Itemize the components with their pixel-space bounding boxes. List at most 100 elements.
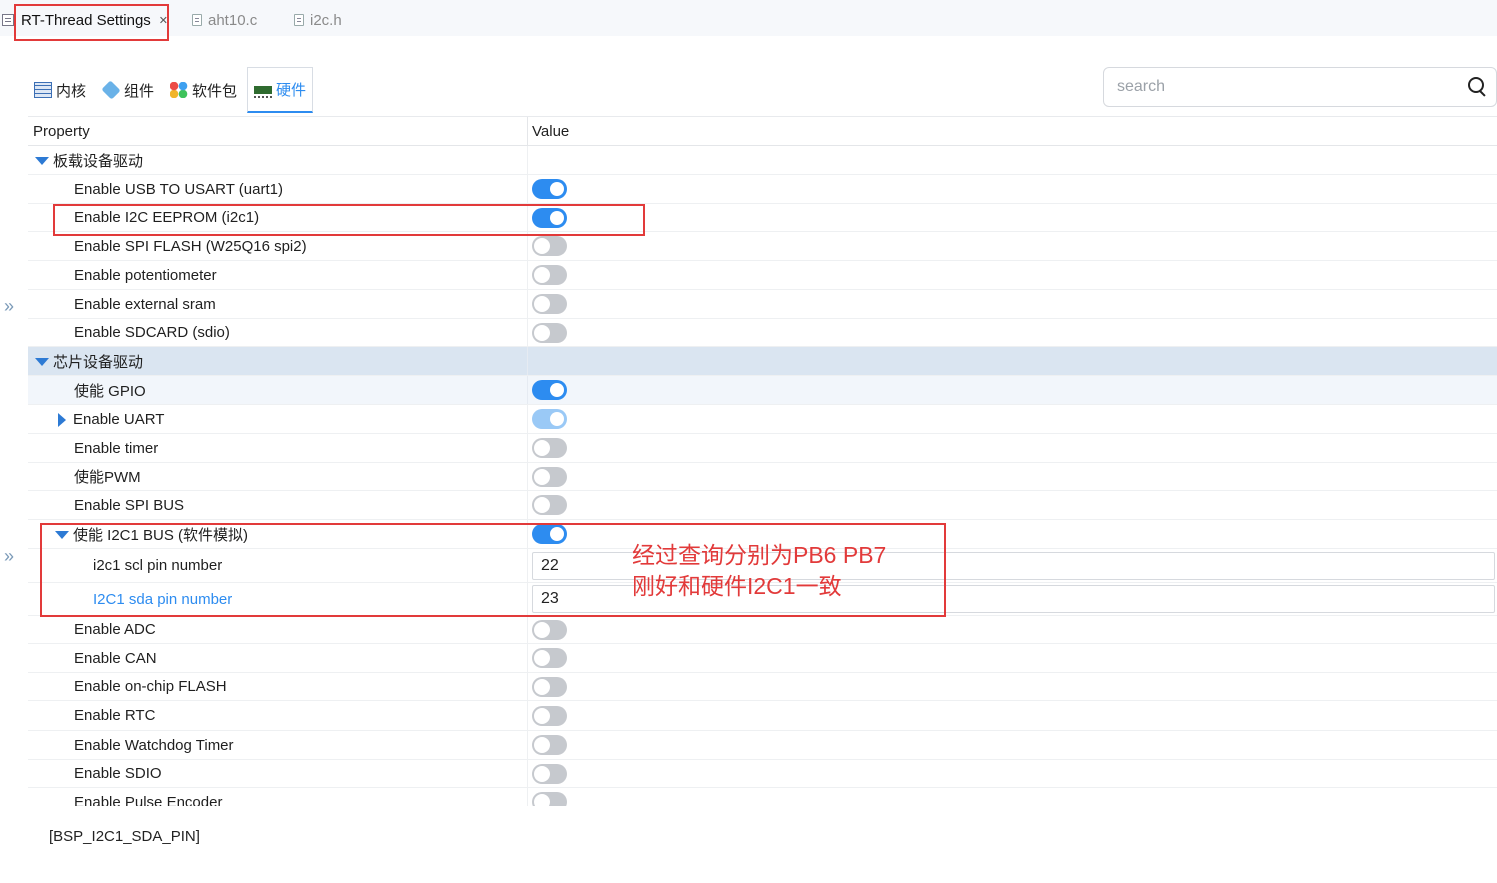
table-row[interactable]: Enable UART <box>28 405 1497 434</box>
toggle-switch[interactable] <box>532 648 567 668</box>
property-label: i2c1 scl pin number <box>93 557 223 574</box>
property-label: Enable CAN <box>74 649 157 667</box>
toggle-switch[interactable] <box>532 236 567 256</box>
property-label: 使能PWM <box>74 469 141 486</box>
table-row[interactable]: Enable ADC <box>28 616 1497 644</box>
table-row[interactable]: Enable SPI FLASH (W25Q16 spi2) <box>28 232 1497 261</box>
table-row[interactable]: Enable CAN <box>28 644 1497 673</box>
tab-packages[interactable]: 软件包 <box>164 67 243 113</box>
property-label: Enable I2C EEPROM (i2c1) <box>74 209 260 226</box>
editor-tab-rt-thread-settings[interactable]: RT-Thread Settings ✕ <box>2 6 168 34</box>
table-row[interactable]: Enable Watchdog Timer <box>28 731 1497 760</box>
property-label: Enable timer <box>74 439 159 457</box>
editor-tab-label: aht10.c <box>208 11 258 29</box>
annotation-line-1: 经过查询分别为PB6 PB7 <box>632 542 887 568</box>
toggle-switch[interactable] <box>532 265 567 285</box>
table-row[interactable]: Enable timer <box>28 434 1497 463</box>
annotation-note: 经过查询分别为PB6 PB7 刚好和硬件I2C1一致 <box>632 540 886 602</box>
package-icon <box>170 82 189 98</box>
toggle-switch[interactable] <box>532 466 567 487</box>
expand-panel-icon[interactable]: » <box>4 546 14 567</box>
toggle-switch[interactable] <box>532 705 567 726</box>
property-label: Enable ADC <box>74 621 156 638</box>
toggle-switch[interactable] <box>532 763 567 784</box>
table-row[interactable]: Enable Pulse Encoder <box>28 788 1497 806</box>
collapse-arrow-icon[interactable] <box>34 154 49 166</box>
hardware-icon <box>254 81 273 98</box>
table-row[interactable]: Enable USB TO USART (uart1) <box>28 175 1497 204</box>
table-row[interactable]: Enable RTC <box>28 701 1497 731</box>
property-label: Enable SPI FLASH (W25Q16 spi2) <box>74 237 307 255</box>
table-row[interactable]: Enable on-chip FLASH <box>28 673 1497 701</box>
macro-name-label: [BSP_I2C1_SDA_PIN] <box>49 828 200 845</box>
property-label: Enable SDCARD (sdio) <box>74 324 230 341</box>
property-label: Enable Pulse Encoder <box>74 793 223 807</box>
table-header: Property Value <box>28 117 1497 146</box>
property-label: Enable on-chip FLASH <box>74 678 227 695</box>
column-header-property[interactable]: Property <box>28 117 528 145</box>
group-label: 板载设备驱动 <box>53 152 144 170</box>
property-label: Enable potentiometer <box>74 266 217 284</box>
toggle-switch[interactable] <box>532 495 567 515</box>
table-row[interactable]: Enable SDIO <box>28 760 1497 788</box>
group-label: 芯片设备驱动 <box>53 353 144 371</box>
column-header-value[interactable]: Value <box>528 117 1497 145</box>
group-row-chip-drivers[interactable]: 芯片设备驱动 <box>28 347 1497 376</box>
property-label: Enable USB TO USART (uart1) <box>74 180 283 198</box>
expand-arrow-icon[interactable] <box>54 413 68 427</box>
table-row[interactable]: Enable potentiometer <box>28 261 1497 290</box>
tab-kernel[interactable]: 内核 <box>28 67 92 113</box>
kernel-icon <box>34 82 52 98</box>
toggle-switch[interactable] <box>532 438 567 458</box>
toggle-switch[interactable] <box>532 792 567 806</box>
editor-tab-aht10-c[interactable]: aht10.c <box>192 6 257 34</box>
editor-tab-label: i2c.h <box>310 11 342 29</box>
editor-tab-i2c-h[interactable]: i2c.h <box>294 6 342 34</box>
property-label: Enable SDIO <box>74 765 162 782</box>
h-file-icon <box>294 14 304 26</box>
toggle-switch[interactable] <box>532 380 567 400</box>
table-row[interactable]: 使能PWM <box>28 463 1497 491</box>
component-icon <box>101 80 121 100</box>
toggle-switch[interactable] <box>532 524 567 544</box>
expand-panel-icon[interactable]: » <box>4 296 14 317</box>
search-input[interactable] <box>1104 68 1462 106</box>
toggle-switch[interactable] <box>532 294 567 314</box>
property-label: Enable Watchdog Timer <box>74 736 234 754</box>
toggle-switch[interactable] <box>532 409 567 429</box>
tab-label: 软件包 <box>192 82 238 100</box>
property-label: Enable external sram <box>74 295 216 313</box>
tab-label: 组件 <box>124 82 155 100</box>
property-table: Property Value 板载设备驱动 Enable USB TO USAR… <box>28 116 1497 806</box>
property-label: Enable UART <box>73 410 165 428</box>
c-file-icon <box>192 14 202 26</box>
property-label: Enable SPI BUS <box>74 496 185 514</box>
collapse-arrow-icon[interactable] <box>34 355 49 367</box>
table-row[interactable]: Enable external sram <box>28 290 1497 319</box>
tab-components[interactable]: 组件 <box>96 67 160 113</box>
table-row[interactable]: Enable SPI BUS <box>28 491 1497 520</box>
toggle-switch[interactable] <box>532 207 567 228</box>
close-icon[interactable]: ✕ <box>159 14 168 27</box>
tab-label: 硬件 <box>276 82 307 99</box>
settings-icon <box>2 14 14 26</box>
property-label: 使能 GPIO <box>74 382 146 400</box>
table-row[interactable]: 使能 GPIO <box>28 376 1497 405</box>
tab-hardware[interactable]: 硬件 <box>247 67 314 113</box>
search-box <box>1103 67 1497 107</box>
editor-tab-label: RT-Thread Settings <box>21 11 151 29</box>
collapse-arrow-icon[interactable] <box>54 528 69 540</box>
toggle-switch[interactable] <box>532 619 567 640</box>
toggle-switch[interactable] <box>532 179 567 199</box>
search-icon[interactable] <box>1462 72 1492 102</box>
category-tabs: 内核 组件 软件包 硬件 <box>28 66 317 114</box>
toggle-switch[interactable] <box>532 322 567 343</box>
editor-tab-bar: RT-Thread Settings ✕ aht10.c i2c.h <box>0 0 1497 36</box>
table-row[interactable]: Enable SDCARD (sdio) <box>28 319 1497 347</box>
toggle-switch[interactable] <box>532 676 567 697</box>
group-row-onboard-drivers[interactable]: 板载设备驱动 <box>28 146 1497 175</box>
toggle-switch[interactable] <box>532 735 567 755</box>
property-label: 使能 I2C1 BUS (软件模拟) <box>73 526 249 544</box>
table-row[interactable]: Enable I2C EEPROM (i2c1) <box>28 204 1497 232</box>
annotation-line-2: 刚好和硬件I2C1一致 <box>632 573 842 599</box>
